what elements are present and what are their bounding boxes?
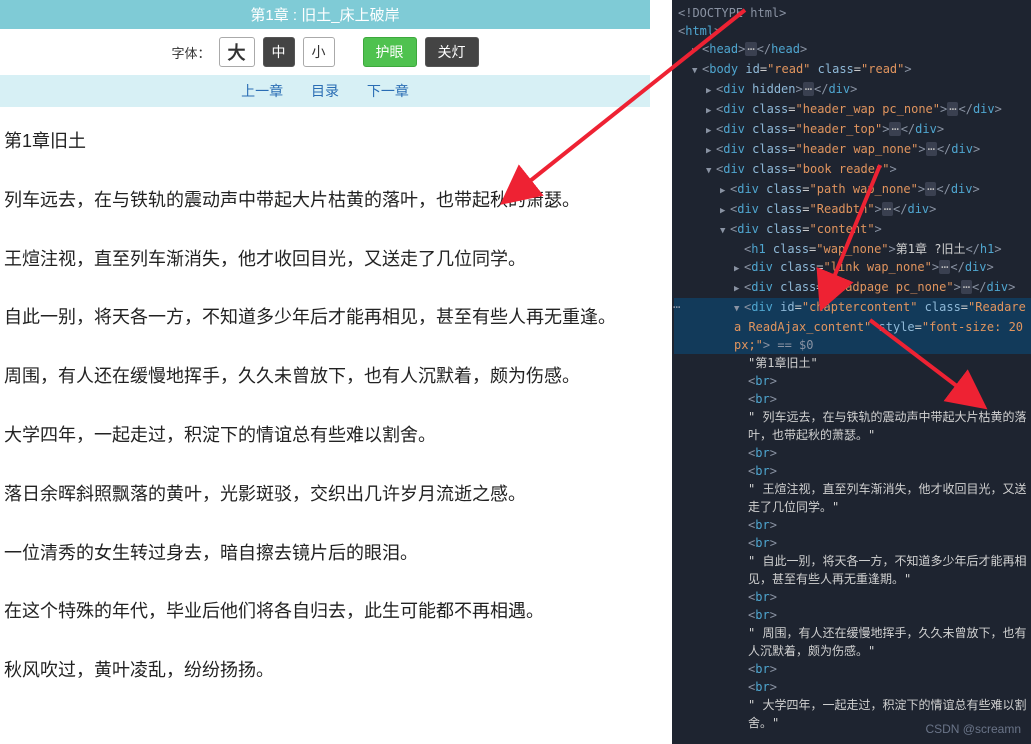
dom-node-selected[interactable]: ▼<div id="chaptercontent" class="Readare… [674, 298, 1031, 354]
next-chapter-link[interactable]: 下一章 [367, 83, 409, 99]
dom-node[interactable]: ▶<head>⋯</head> [674, 40, 1031, 60]
dom-node[interactable]: ▼<body id="read" class="read"> [674, 60, 1031, 80]
devtools-panel[interactable]: <!DOCTYPE html> <html> ▶<head>⋯</head> ▼… [672, 0, 1031, 744]
font-big-button[interactable]: 大 [219, 37, 255, 67]
watermark: CSDN @screamn [925, 720, 1021, 738]
toc-link[interactable]: 目录 [311, 83, 339, 99]
dom-text-node[interactable]: " 自此一别，将天各一方，不知道多少年后才能再相见，甚至有些人再无重逢期。" [674, 552, 1031, 588]
reader-toolbar: 字体： 大 中 小 护眼 关灯 [0, 29, 650, 75]
dom-node[interactable]: <br> [674, 660, 1031, 678]
dom-node[interactable]: ▼<div class="content"> [674, 220, 1031, 240]
dom-node[interactable]: <br> [674, 606, 1031, 624]
font-label: 字体： [171, 43, 210, 62]
dom-text-node[interactable]: "第1章旧土" [674, 354, 1031, 372]
dom-node[interactable]: <br> [674, 516, 1031, 534]
paragraph: 自此一别，将天各一方，不知道多少年后才能再相见，甚至有些人再无重逢。 [4, 303, 642, 332]
dom-node[interactable]: ▶<div class="path wap_none">⋯</div> [674, 180, 1031, 200]
dom-text-node[interactable]: " 周围，有人还在缓慢地挥手，久久未曾放下，也有人沉默着，颇为伤感。" [674, 624, 1031, 660]
dom-node[interactable]: <br> [674, 462, 1031, 480]
dom-text-node[interactable]: " 王煊注视，直至列车渐消失，他才收回目光，又送走了几位同学。" [674, 480, 1031, 516]
reader-panel: 第1章 : 旧土_床上破岸 字体： 大 中 小 护眼 关灯 上一章 目录 下一章… [0, 0, 650, 744]
dom-node[interactable]: ▶<div class="link wap_none">⋯</div> [674, 258, 1031, 278]
paragraph: 在这个特殊的年代，毕业后他们将各自归去，此生可能都不再相遇。 [4, 597, 642, 626]
prev-chapter-link[interactable]: 上一章 [241, 83, 283, 99]
eye-protect-button[interactable]: 护眼 [363, 37, 417, 67]
lights-off-button[interactable]: 关灯 [425, 37, 479, 67]
paragraph: 周围，有人还在缓慢地挥手，久久未曾放下，也有人沉默着，颇为伤感。 [4, 362, 642, 391]
paragraph: 王煊注视，直至列车渐消失，他才收回目光，又送走了几位同学。 [4, 245, 642, 274]
paragraph: 列车远去，在与铁轨的震动声中带起大片枯黄的落叶，也带起秋的萧瑟。 [4, 186, 642, 215]
dom-node[interactable]: <br> [674, 444, 1031, 462]
dom-node[interactable]: <!DOCTYPE html> [674, 4, 1031, 22]
chapter-nav: 上一章 目录 下一章 [0, 75, 650, 107]
dom-node[interactable]: ▶<div class="Readbtn">⋯</div> [674, 200, 1031, 220]
dom-node[interactable]: ▶<div class="Readpage pc_none">⋯</div> [674, 278, 1031, 298]
dom-node[interactable]: <br> [674, 390, 1031, 408]
dom-node[interactable]: <h1 class="wap_none">第1章 ?旧土</h1> [674, 240, 1031, 258]
dom-node[interactable]: <br> [674, 534, 1031, 552]
paragraph: 一位清秀的女生转过身去，暗自擦去镜片后的眼泪。 [4, 539, 642, 568]
dom-node[interactable]: ▶<div hidden>⋯</div> [674, 80, 1031, 100]
paragraph: 大学四年，一起走过，积淀下的情谊总有些难以割舍。 [4, 421, 642, 450]
dom-node[interactable]: <br> [674, 678, 1031, 696]
dom-node[interactable]: <br> [674, 372, 1031, 390]
dom-node[interactable]: ▼<div class="book reader"> [674, 160, 1031, 180]
dom-node[interactable]: ▶<div class="header_top">⋯</div> [674, 120, 1031, 140]
chapter-heading: 第1章旧土 [4, 127, 642, 156]
paragraph: 落日余晖斜照飘落的黄叶，光影斑驳，交织出几许岁月流逝之感。 [4, 480, 642, 509]
dom-node[interactable]: ▶<div class="header wap_none">⋯</div> [674, 140, 1031, 160]
panel-divider [650, 0, 672, 744]
font-small-button[interactable]: 小 [303, 37, 335, 67]
dom-node[interactable]: <html> [674, 22, 1031, 40]
dom-node[interactable]: ▶<div class="header_wap pc_none">⋯</div> [674, 100, 1031, 120]
paragraph: 秋风吹过，黄叶凌乱，纷纷扬扬。 [4, 656, 642, 685]
chapter-title-bar: 第1章 : 旧土_床上破岸 [0, 0, 650, 29]
font-mid-button[interactable]: 中 [263, 37, 295, 67]
dom-node[interactable]: <br> [674, 588, 1031, 606]
dom-text-node[interactable]: " 列车远去，在与铁轨的震动声中带起大片枯黄的落叶，也带起秋的萧瑟。" [674, 408, 1031, 444]
chapter-content: 第1章旧土 列车远去，在与铁轨的震动声中带起大片枯黄的落叶，也带起秋的萧瑟。 王… [0, 107, 650, 723]
